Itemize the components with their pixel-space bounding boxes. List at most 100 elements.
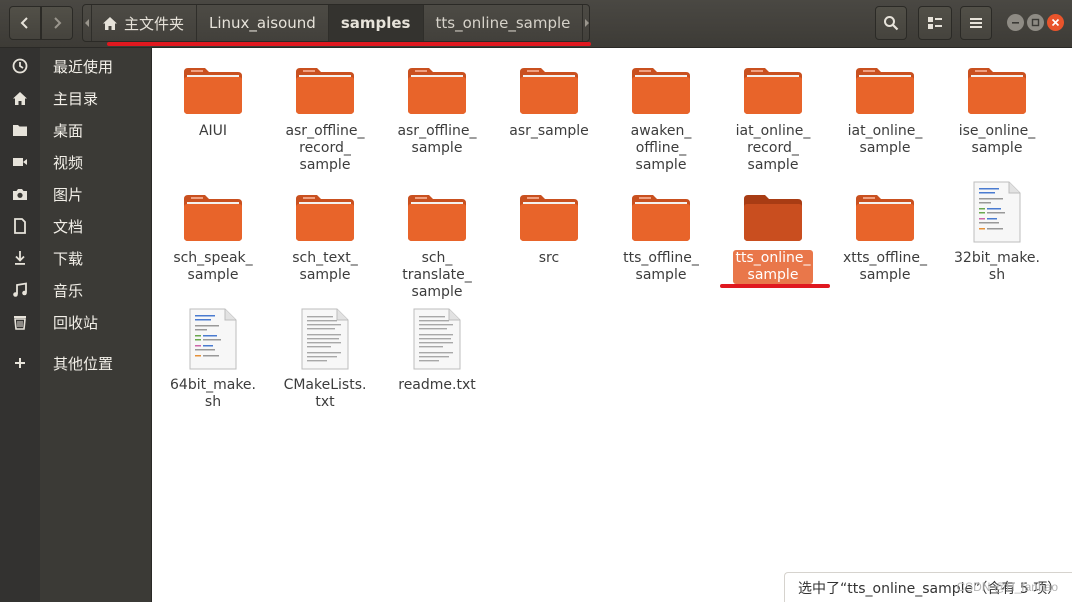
breadcrumb-label: 主文件夹 — [124, 14, 185, 33]
folder-icon — [632, 195, 690, 241]
sidebar-item-label: 图片 — [53, 185, 84, 204]
folder-icon — [744, 68, 802, 114]
script-file-icon — [189, 308, 237, 370]
file-label: sch_ translate_ sample — [402, 250, 472, 300]
folder-icon — [856, 68, 914, 114]
file-item-tts-online-sample[interactable]: tts_online_ sample — [725, 191, 821, 284]
forward-button[interactable] — [41, 6, 73, 40]
file-label: xtts_offline_ sample — [842, 250, 928, 283]
annotation-underline-path — [107, 42, 591, 46]
path-scroll-right-button[interactable] — [582, 5, 591, 41]
breadcrumb-linux-aisound[interactable]: Linux_aisound — [197, 5, 329, 41]
hamburger-menu-icon — [970, 18, 982, 28]
file-label: CMakeLists. txt — [283, 377, 367, 410]
file-item-tts-offline-sample[interactable]: tts_offline_ sample — [613, 191, 709, 284]
file-item-32bit-make-sh[interactable]: 32bit_make. sh — [949, 181, 1045, 284]
file-item-cmakelists-txt[interactable]: CMakeLists. txt — [277, 308, 373, 411]
file-item-aiui[interactable]: AIUI — [165, 64, 261, 140]
file-label: sch_speak_ sample — [173, 250, 253, 283]
path-bar: 主文件夹 Linux_aisound samples tts_online_sa… — [82, 4, 590, 42]
folder-icon — [296, 195, 354, 241]
minimize-button[interactable] — [1007, 14, 1024, 31]
search-icon — [884, 16, 899, 31]
sidebar-item-downloads[interactable]: 下载 — [0, 242, 152, 274]
file-label: tts_offline_ sample — [623, 250, 699, 283]
sidebar-item-pictures[interactable]: 图片 — [0, 178, 152, 210]
recent-icon — [0, 58, 40, 74]
sidebar-item-music[interactable]: 音乐 — [0, 274, 152, 306]
breadcrumb-home[interactable]: 主文件夹 — [92, 5, 198, 41]
trash-icon — [0, 314, 40, 330]
sidebar-item-recent[interactable]: 最近使用 — [0, 50, 152, 82]
file-item-asr-sample[interactable]: asr_sample — [501, 64, 597, 140]
file-label: tts_online_ sample — [732, 250, 814, 284]
text-file-icon — [301, 308, 349, 370]
file-label: ise_online_ sample — [958, 123, 1036, 156]
breadcrumb-label: Linux_aisound — [209, 14, 316, 32]
sidebar-item-label: 音乐 — [53, 281, 84, 300]
breadcrumb-label: tts_online_sample — [435, 14, 571, 32]
folder-icon — [184, 195, 242, 241]
view-options-button[interactable] — [918, 6, 952, 40]
file-grid: AIUI asr_offline_ record_ sample asr_off… — [152, 48, 1072, 602]
sidebar-item-label: 主目录 — [53, 89, 99, 108]
back-button[interactable] — [9, 6, 41, 40]
close-button[interactable] — [1047, 14, 1064, 31]
sidebar-item-label: 视频 — [53, 153, 84, 172]
video-icon — [0, 156, 40, 168]
file-item-sch-text-sample[interactable]: sch_text_ sample — [277, 191, 373, 284]
file-item-src[interactable]: src — [501, 191, 597, 267]
file-item-ise-online-sample[interactable]: ise_online_ sample — [949, 64, 1045, 157]
file-item-sch-translate-sample[interactable]: sch_ translate_ sample — [389, 191, 485, 301]
sidebar-item-documents[interactable]: 文档 — [0, 210, 152, 242]
file-label: iat_online_ record_ sample — [735, 123, 811, 173]
triangle-left-icon — [85, 19, 89, 27]
sidebar-item-other-locations[interactable]: 其他位置 — [0, 347, 152, 379]
maximize-button[interactable] — [1027, 14, 1044, 31]
file-label: iat_online_ sample — [847, 123, 923, 156]
file-label: readme.txt — [398, 377, 476, 393]
file-item-iat-online-record-sample[interactable]: iat_online_ record_ sample — [725, 64, 821, 174]
file-item-awaken-offline-sample[interactable]: awaken_ offline_ sample — [613, 64, 709, 174]
file-label: asr_sample — [509, 123, 589, 139]
breadcrumb-label: samples — [340, 14, 411, 32]
file-item-readme-txt[interactable]: readme.txt — [389, 308, 485, 394]
menu-button[interactable] — [960, 6, 992, 40]
file-item-xtts-offline-sample[interactable]: xtts_offline_ sample — [837, 191, 933, 284]
view-options-icon — [928, 17, 942, 29]
file-item-iat-online-sample[interactable]: iat_online_ sample — [837, 64, 933, 157]
sidebar-item-trash[interactable]: 回收站 — [0, 306, 152, 338]
minimize-icon — [1012, 22, 1019, 24]
sidebar-item-label: 桌面 — [53, 121, 84, 140]
sidebar-item-videos[interactable]: 视频 — [0, 146, 152, 178]
file-label: sch_text_ sample — [292, 250, 358, 283]
file-label: AIUI — [198, 123, 228, 139]
sidebar-item-label: 最近使用 — [53, 57, 114, 76]
maximize-icon — [1031, 18, 1040, 27]
file-item-asr-offline-record-sample[interactable]: asr_offline_ record_ sample — [277, 64, 373, 174]
document-icon — [0, 218, 40, 234]
file-label: asr_offline_ sample — [397, 123, 477, 156]
breadcrumb-tts-online-sample[interactable]: tts_online_sample — [424, 5, 583, 41]
sidebar-item-label: 回收站 — [53, 313, 99, 332]
triangle-right-icon — [585, 19, 590, 27]
home-icon — [103, 16, 117, 30]
folder-icon — [296, 68, 354, 114]
folder-icon — [856, 195, 914, 241]
folder-icon — [632, 68, 690, 114]
home-icon — [0, 91, 40, 106]
header-bar: 主文件夹 Linux_aisound samples tts_online_sa… — [0, 0, 1072, 48]
folder-icon — [0, 123, 40, 137]
file-item-64bit-make-sh[interactable]: 64bit_make. sh — [165, 308, 261, 411]
file-label: 32bit_make. sh — [954, 250, 1040, 283]
breadcrumb-samples[interactable]: samples — [328, 5, 424, 41]
file-item-asr-offline-sample[interactable]: asr_offline_ sample — [389, 64, 485, 157]
sidebar-item-home[interactable]: 主目录 — [0, 82, 152, 114]
path-scroll-left-button[interactable] — [83, 5, 92, 41]
search-button[interactable] — [875, 6, 907, 40]
text-file-icon — [413, 308, 461, 370]
music-icon — [0, 282, 40, 298]
sidebar-item-desktop[interactable]: 桌面 — [0, 114, 152, 146]
file-item-sch-speak-sample[interactable]: sch_speak_ sample — [165, 191, 261, 284]
folder-icon — [184, 68, 242, 114]
